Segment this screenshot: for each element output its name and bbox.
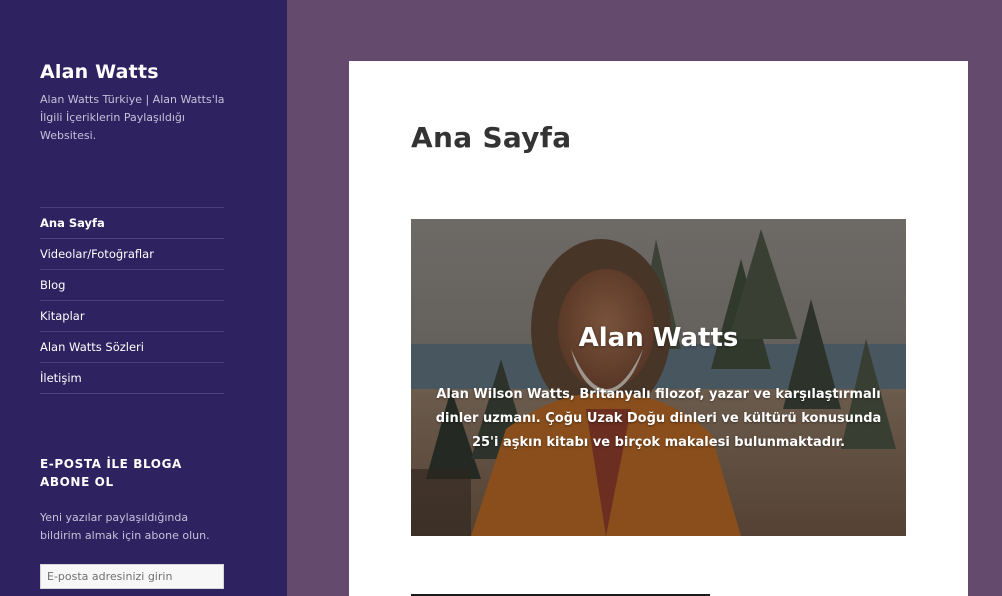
nav-item-iletisim[interactable]: İletişim: [40, 363, 224, 394]
email-field[interactable]: [40, 564, 224, 589]
page-title: Ana Sayfa: [411, 121, 572, 154]
site-title[interactable]: Alan Watts: [40, 61, 159, 83]
sidebar: Alan Watts Alan Watts Türkiye | Alan Wat…: [0, 0, 287, 596]
nav-item-kitaplar[interactable]: Kitaplar: [40, 301, 224, 332]
nav-item-videolar-fotograflar[interactable]: Videolar/Fotoğraflar: [40, 239, 224, 270]
subscribe-widget-title: E-POSTA İLE BLOGA ABONE OL: [40, 457, 182, 489]
cover-block: Alan Watts Alan Wilson Watts, Britanyalı…: [411, 219, 906, 536]
subscribe-widget-text: Yeni yazılar paylaşıldığında bildirim al…: [40, 511, 210, 542]
nav-item-ana-sayfa[interactable]: Ana Sayfa: [40, 208, 224, 239]
nav-item-blog[interactable]: Blog: [40, 270, 224, 301]
cover-photo: [411, 219, 906, 536]
nav-item-alan-watts-sozleri[interactable]: Alan Watts Sözleri: [40, 332, 224, 363]
content-card: Ana Sayfa Alan Watts Alan Wilson Watts, …: [349, 61, 968, 596]
main-navigation: Ana Sayfa Videolar/Fotoğraflar Blog Kita…: [40, 207, 224, 394]
cover-title: Alan Watts: [578, 323, 739, 353]
site-description: Alan Watts Türkiye | Alan Watts'la İlgil…: [40, 93, 225, 142]
cover-text: Alan Wilson Watts, Britanyalı filozof, y…: [435, 387, 882, 450]
